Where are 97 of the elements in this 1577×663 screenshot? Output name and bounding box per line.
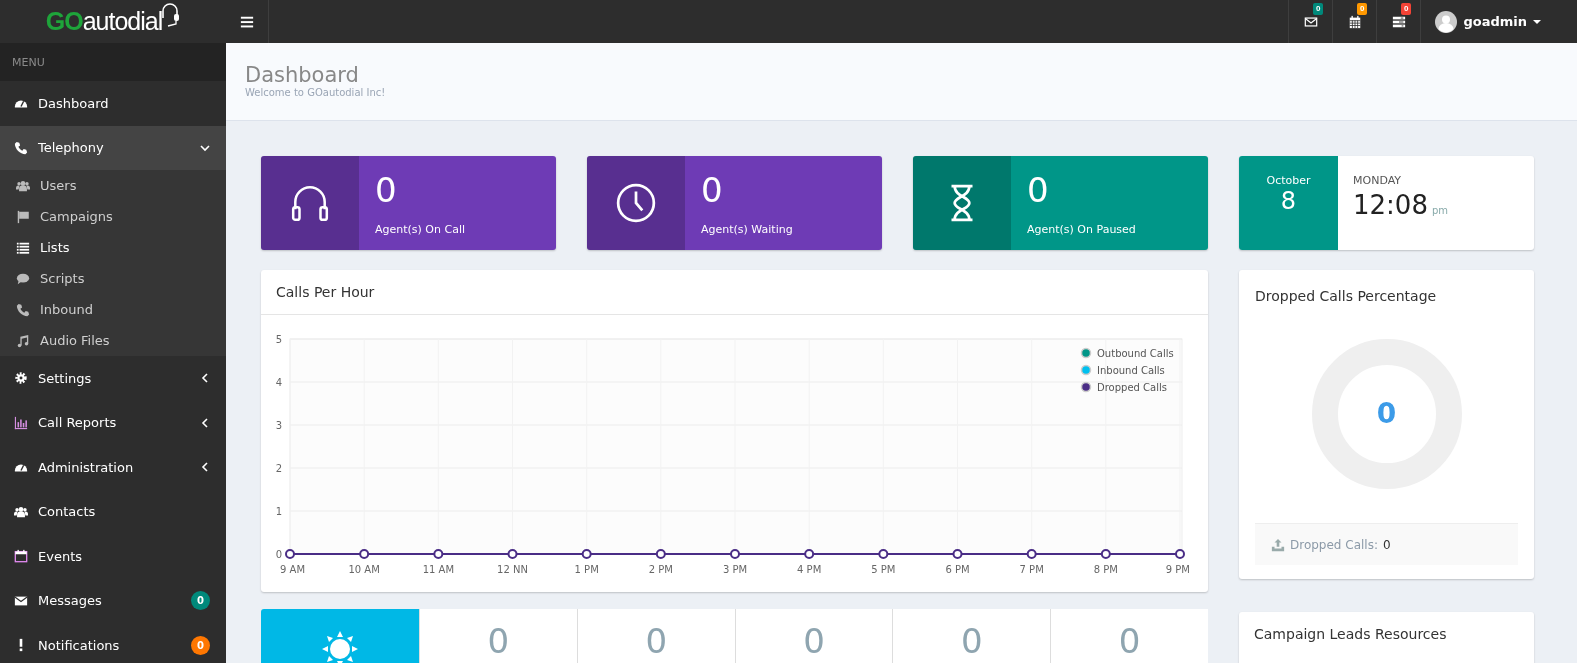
menu-item[interactable]: Call Reports xyxy=(0,400,226,445)
legend-item: Inbound Calls xyxy=(1080,364,1165,376)
calendar-icon xyxy=(1347,14,1362,29)
axis-label: 4 PM xyxy=(797,564,822,575)
calendar-icon xyxy=(14,549,28,564)
avatar-icon xyxy=(1435,10,1458,33)
axis-label: 1 PM xyxy=(574,564,599,575)
count-badge: 0 xyxy=(1356,3,1368,15)
weekday-label: MONDAY xyxy=(1353,174,1403,187)
users-icon xyxy=(16,178,30,193)
stat-label: Agent(s) On Paused xyxy=(1027,223,1136,236)
page-title: Dashboard xyxy=(245,63,360,87)
legend-label: Dropped Calls xyxy=(1097,382,1167,393)
axis-label: 2 xyxy=(275,463,282,474)
legend-label: Inbound Calls xyxy=(1097,365,1165,376)
axis-label: 5 PM xyxy=(871,564,896,575)
axis-label: 9 AM xyxy=(280,564,305,575)
summary-value: 0 xyxy=(1050,609,1208,663)
axis-label: 5 xyxy=(275,334,282,345)
list-icon xyxy=(16,240,30,255)
footer-value: 0 xyxy=(1383,537,1391,552)
summary-value: 0 xyxy=(419,609,577,663)
month-label: October xyxy=(1266,174,1311,187)
page-subtitle: Welcome to GOautodial Inc! xyxy=(245,87,387,98)
donut-value: 0 xyxy=(1376,397,1397,430)
count-badge: 0 xyxy=(1312,3,1324,15)
menu-item[interactable]: Notifications 0 xyxy=(0,623,226,663)
submenu-item[interactable]: Campaigns xyxy=(0,201,226,232)
logo-text: GO xyxy=(45,7,83,36)
menu-item[interactable]: Messages 0 xyxy=(0,578,226,623)
count-badge: 0 xyxy=(191,635,210,655)
axis-label: 3 xyxy=(275,420,282,431)
day-number: 8 xyxy=(1280,187,1297,215)
menu-item[interactable]: Settings xyxy=(0,356,226,401)
legend-item: Outbound Calls xyxy=(1080,347,1174,359)
phone-icon xyxy=(16,302,30,317)
stat-value: 0 xyxy=(1027,170,1050,210)
stat-label: Agent(s) On Call xyxy=(375,223,466,236)
headset-icon xyxy=(160,1,181,28)
chevron-left-icon xyxy=(200,462,210,473)
card-title: Dropped Calls Percentage xyxy=(1255,288,1438,304)
upload-icon xyxy=(1271,537,1285,552)
axis-label: 0 xyxy=(275,549,282,560)
music-note-icon xyxy=(16,333,30,348)
count-badge: 0 xyxy=(1400,3,1412,15)
users-icon xyxy=(14,504,28,519)
chevron-left-icon xyxy=(200,373,210,384)
gear-icon xyxy=(14,371,28,386)
menu-icon xyxy=(240,14,254,29)
axis-label: 12 NN xyxy=(497,564,528,575)
summary-value: 0 xyxy=(734,609,893,663)
submenu-item[interactable]: Scripts xyxy=(0,263,226,294)
submenu-item[interactable]: Audio Files xyxy=(0,325,226,356)
axis-label: 4 xyxy=(275,377,282,388)
submenu-item[interactable]: Users xyxy=(0,170,226,201)
footer-label: Dropped Calls: xyxy=(1290,537,1378,552)
submenu-item[interactable]: Lists xyxy=(0,232,226,263)
flag-icon xyxy=(16,209,30,224)
stat-value: 0 xyxy=(375,170,398,210)
axis-label: 7 PM xyxy=(1019,564,1044,575)
summary-value: 0 xyxy=(892,609,1051,663)
axis-label: 6 PM xyxy=(945,564,970,575)
stat-value: 0 xyxy=(701,170,724,210)
speech-bubble-icon xyxy=(16,271,30,286)
phone-icon xyxy=(14,140,28,155)
menu-heading: MENU xyxy=(0,43,226,81)
list-icon xyxy=(1391,14,1406,29)
legend-label: Outbound Calls xyxy=(1097,348,1174,359)
axis-label: 9 PM xyxy=(1165,564,1190,575)
submenu-item[interactable]: Inbound xyxy=(0,294,226,325)
period-text: pm xyxy=(1431,205,1449,216)
sun-icon xyxy=(320,629,360,663)
count-badge: 0 xyxy=(191,591,210,611)
time-text: 12:08 xyxy=(1353,190,1428,220)
axis-label: 2 PM xyxy=(648,564,673,575)
menu-item[interactable]: Administration xyxy=(0,445,226,490)
axis-label: 1 xyxy=(275,506,282,517)
menu-item[interactable]: Contacts xyxy=(0,489,226,534)
bar-chart-icon xyxy=(14,415,28,430)
axis-label: 3 PM xyxy=(722,564,748,575)
summary-value: 0 xyxy=(576,609,735,663)
chevron-left-icon xyxy=(200,417,210,428)
axis-label: 11 AM xyxy=(422,564,454,575)
menu-item[interactable]: Dashboard xyxy=(0,81,226,126)
stat-label: Agent(s) Waiting xyxy=(701,223,793,236)
caret-icon xyxy=(1533,19,1541,24)
envelope-icon xyxy=(1303,14,1318,29)
menu-item[interactable]: Telephony xyxy=(0,125,226,170)
legend-item: Dropped Calls xyxy=(1080,381,1167,393)
clock-icon xyxy=(615,182,657,224)
card-title: Campaign Leads Resources xyxy=(1253,625,1448,644)
axis-label: 10 AM xyxy=(348,564,380,575)
axis-label: 8 PM xyxy=(1093,564,1118,575)
chevron-down-icon xyxy=(200,142,210,153)
card-title: Calls Per Hour xyxy=(261,270,1208,315)
menu-item[interactable]: Events xyxy=(0,534,226,579)
logo-text: autodial xyxy=(82,7,163,36)
